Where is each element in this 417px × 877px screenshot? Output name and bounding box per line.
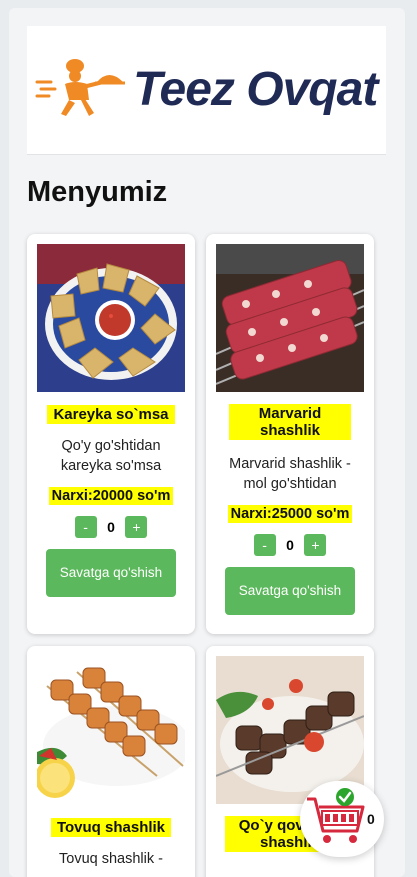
product-name: Marvarid shashlik [229, 404, 351, 440]
logo-banner: Teez Ovqat [27, 26, 386, 155]
product-price: Narxi:25000 so'm [227, 505, 353, 523]
product-card: Tovuq shashlik Tovuq shashlik - [27, 646, 195, 877]
add-to-cart-button[interactable]: Savatga qo'shish [225, 567, 355, 615]
shopping-cart-icon [307, 788, 365, 843]
product-card: Marvarid shashlik Marvarid shashlik - mo… [206, 234, 374, 634]
quantity-value: 0 [286, 537, 294, 553]
increase-button[interactable]: + [125, 516, 148, 538]
quantity-stepper: - 0 + [206, 534, 374, 558]
cart-count: 0 [367, 811, 375, 827]
product-name-label: Tovuq shashlik [27, 818, 195, 837]
product-image-shashlik[interactable] [216, 244, 364, 392]
product-description: Tovuq shashlik - [59, 851, 163, 867]
product-name: Tovuq shashlik [50, 818, 172, 837]
product-description: Marvarid shashlik - mol go'shtidan [229, 456, 351, 492]
page: Teez Ovqat Menyumiz Kareyka so`msa Qo'y … [9, 8, 405, 877]
product-price: Narxi:20000 so'm [48, 487, 174, 505]
product-name-label: Kareyka so`msa [27, 405, 195, 424]
product-image-samsa[interactable] [37, 244, 185, 392]
page-title: Menyumiz [27, 176, 168, 208]
delivery-chef-icon [35, 59, 125, 116]
increase-button[interactable]: + [304, 534, 327, 556]
product-description: Qo'y go'shtidan kareyka so'msa [60, 438, 162, 474]
product-name-label: Marvarid shashlik [206, 404, 374, 440]
product-price-label: Narxi:25000 so'm [206, 505, 374, 523]
product-price-label: Narxi:20000 so'm [27, 487, 195, 505]
product-name: Kareyka so`msa [47, 405, 175, 424]
decrease-button[interactable]: - [74, 516, 97, 538]
brand-name: Teez Ovqat [133, 63, 378, 116]
product-card: Kareyka so`msa Qo'y go'shtidan kareyka s… [27, 234, 195, 634]
product-image-chicken-kebab[interactable] [37, 656, 185, 804]
quantity-value: 0 [107, 519, 115, 535]
quantity-stepper: - 0 + [27, 516, 195, 540]
decrease-button[interactable]: - [253, 534, 276, 556]
cart-button[interactable]: 0 [300, 781, 384, 857]
add-to-cart-button[interactable]: Savatga qo'shish [46, 549, 176, 597]
